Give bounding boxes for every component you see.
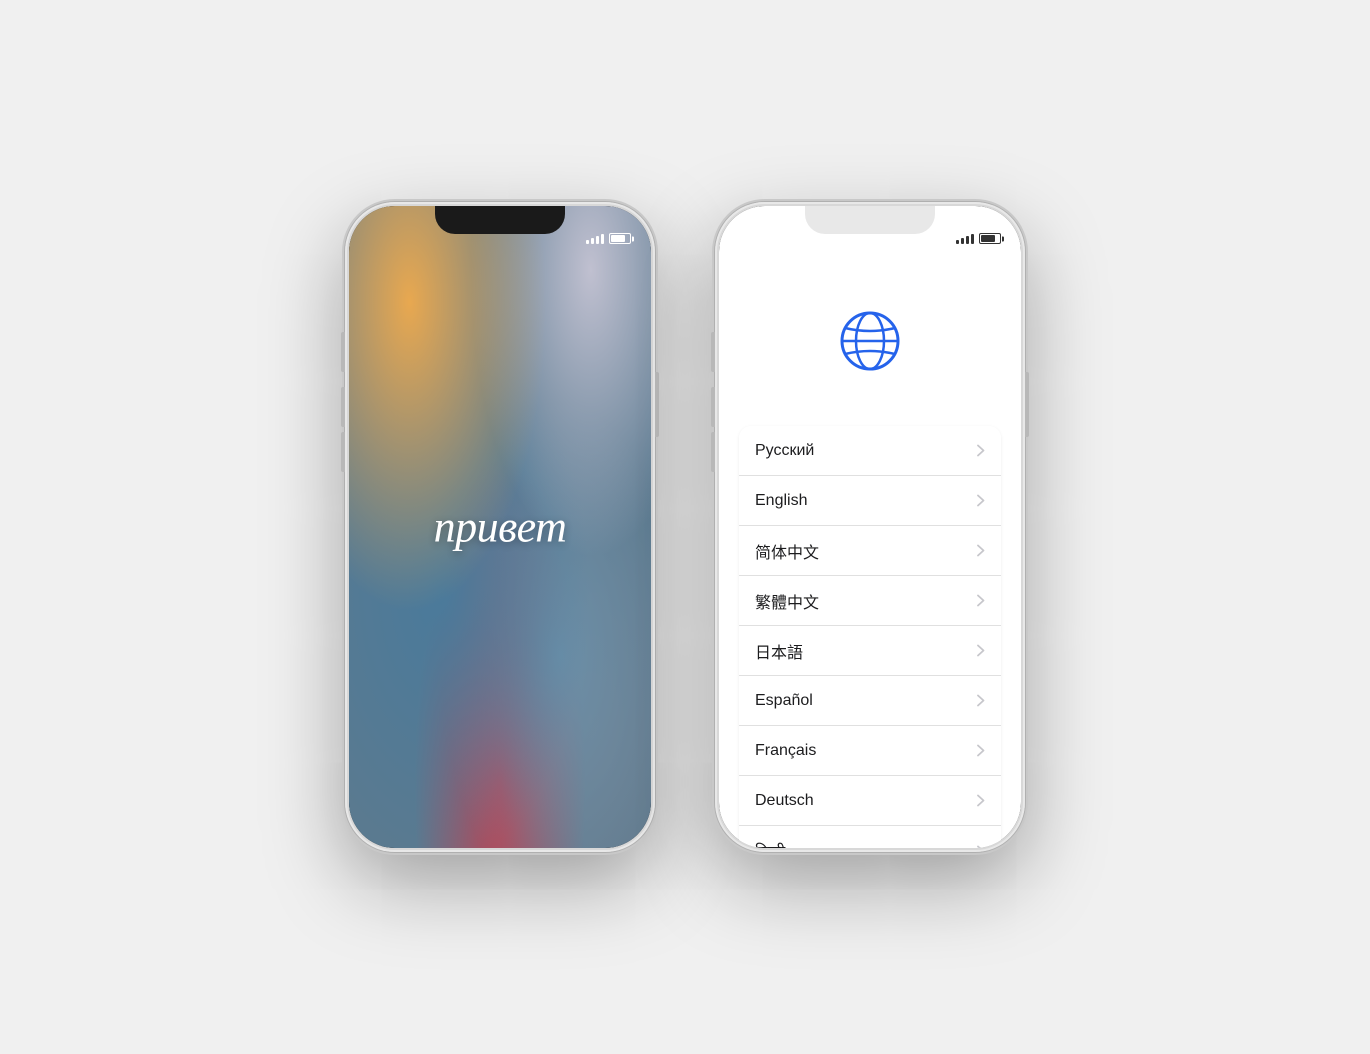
language-list: Русский English 简体中文繁體中文日本語 Español Français… xyxy=(739,426,1001,848)
chevron-icon-hindi xyxy=(977,845,985,849)
lang-item-french[interactable]: Français xyxy=(739,726,1001,776)
signal-icon-right xyxy=(956,233,974,244)
chevron-icon-traditional-chinese xyxy=(977,594,985,607)
lang-item-russian[interactable]: Русский xyxy=(739,426,1001,476)
signal-icon-left xyxy=(586,233,604,244)
lang-name-hindi: हिन्दी xyxy=(755,840,785,848)
lang-item-simplified-chinese[interactable]: 简体中文 xyxy=(739,526,1001,576)
right-phone: Русский English 简体中文繁體中文日本語 Español Français… xyxy=(715,202,1025,852)
lang-name-japanese: 日本語 xyxy=(755,639,803,663)
lang-item-hindi[interactable]: हिन्दी xyxy=(739,826,1001,848)
lang-item-spanish[interactable]: Español xyxy=(739,676,1001,726)
status-icons-left xyxy=(586,233,631,244)
chevron-icon-simplified-chinese xyxy=(977,544,985,557)
notch-left xyxy=(435,206,565,234)
lang-item-english[interactable]: English xyxy=(739,476,1001,526)
lang-name-simplified-chinese: 简体中文 xyxy=(755,539,819,563)
right-screen: Русский English 简体中文繁體中文日本語 Español Français… xyxy=(719,206,1021,848)
lang-name-traditional-chinese: 繁體中文 xyxy=(755,589,819,613)
battery-icon-right xyxy=(979,233,1001,244)
lang-item-japanese[interactable]: 日本語 xyxy=(739,626,1001,676)
chevron-icon-german xyxy=(977,794,985,807)
lang-item-german[interactable]: Deutsch xyxy=(739,776,1001,826)
lang-name-spanish: Español xyxy=(755,692,813,710)
chevron-icon-english xyxy=(977,494,985,507)
chevron-icon-russian xyxy=(977,444,985,457)
lang-item-traditional-chinese[interactable]: 繁體中文 xyxy=(739,576,1001,626)
lang-name-russian: Русский xyxy=(755,442,814,460)
lang-name-english: English xyxy=(755,492,807,510)
status-icons-right xyxy=(956,233,1001,244)
globe-icon xyxy=(835,306,905,376)
lang-name-french: Français xyxy=(755,742,816,760)
lang-name-german: Deutsch xyxy=(755,792,814,810)
chevron-icon-japanese xyxy=(977,644,985,657)
globe-icon-container xyxy=(719,306,1021,376)
greeting-text: привет xyxy=(434,502,567,553)
chevron-icon-french xyxy=(977,744,985,757)
notch-right xyxy=(805,206,935,234)
chevron-icon-spanish xyxy=(977,694,985,707)
left-phone: привет xyxy=(345,202,655,852)
left-screen: привет xyxy=(349,206,651,848)
battery-icon-left xyxy=(609,233,631,244)
